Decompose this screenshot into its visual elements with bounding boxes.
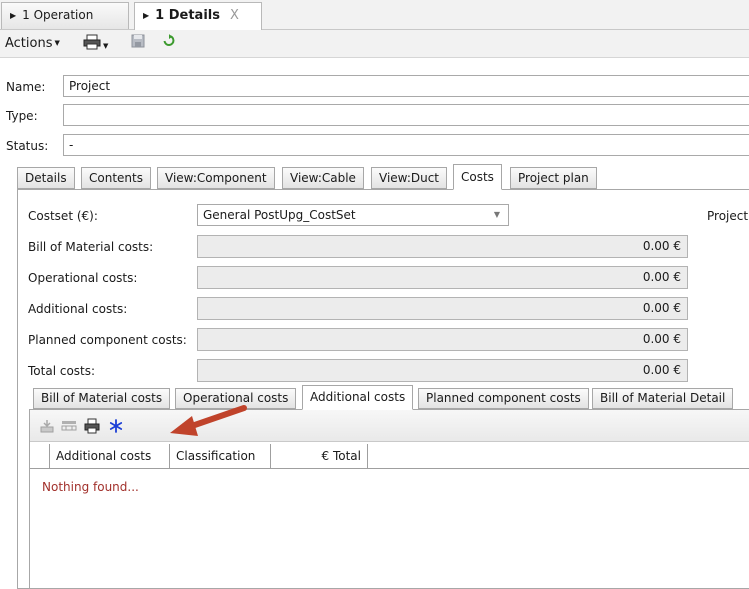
columns-icon[interactable] bbox=[61, 418, 77, 434]
print-icon[interactable] bbox=[84, 418, 100, 434]
empty-message: Nothing found... bbox=[42, 480, 139, 494]
column-header-classification[interactable]: Classification bbox=[170, 444, 271, 469]
type-label: Type: bbox=[6, 109, 38, 123]
subtab-additional-costs[interactable]: Additional costs bbox=[302, 385, 414, 410]
expand-triangle-icon: ▶ bbox=[10, 11, 17, 20]
save-button[interactable] bbox=[131, 34, 145, 54]
doc-tab-details-label: 1 Details bbox=[155, 8, 220, 23]
tab-project-plan[interactable]: Project plan bbox=[510, 167, 597, 189]
document-tab-bar: ▶ 1 Operation ▶ 1 Details X bbox=[0, 0, 749, 31]
arrow-annotation bbox=[170, 405, 247, 436]
tab-contents[interactable]: Contents bbox=[81, 167, 151, 189]
status-label: Status: bbox=[6, 139, 49, 153]
status-field[interactable]: - bbox=[63, 134, 749, 156]
save-icon bbox=[131, 34, 145, 48]
column-header-additional-costs[interactable]: Additional costs bbox=[50, 444, 170, 469]
chevron-down-icon: ▼ bbox=[493, 210, 500, 219]
planned-component-costs-value: 0.00 € bbox=[197, 328, 688, 351]
total-costs-value: 0.00 € bbox=[197, 359, 688, 382]
expand-triangle-icon: ▶ bbox=[143, 11, 150, 20]
costset-select[interactable]: General PostUpg_CostSet ▼ bbox=[197, 204, 509, 226]
name-label: Name: bbox=[6, 80, 46, 94]
operational-costs-value: 0.00 € bbox=[197, 266, 688, 289]
costset-value: General PostUpg_CostSet bbox=[203, 208, 356, 222]
refresh-button[interactable] bbox=[163, 34, 175, 54]
main-toolbar: Actions ▼ ▼ bbox=[0, 30, 749, 58]
operational-costs-label: Operational costs: bbox=[28, 271, 138, 285]
name-field[interactable]: Project bbox=[63, 75, 749, 97]
bom-costs-label: Bill of Material costs: bbox=[28, 240, 154, 254]
row-selector-header bbox=[30, 444, 50, 469]
planned-component-costs-label: Planned component costs: bbox=[28, 333, 187, 347]
tab-details[interactable]: Details bbox=[17, 167, 75, 189]
subtab-bom-costs[interactable]: Bill of Material costs bbox=[33, 388, 171, 409]
subtab-bom-detail[interactable]: Bill of Material Detail bbox=[592, 388, 734, 409]
add-icon[interactable] bbox=[108, 418, 124, 434]
type-field[interactable] bbox=[63, 104, 749, 126]
chevron-down-icon: ▼ bbox=[54, 39, 60, 47]
actions-menu-button[interactable]: Actions ▼ bbox=[5, 34, 60, 54]
total-costs-label: Total costs: bbox=[28, 364, 96, 378]
subtab-planned-component-costs[interactable]: Planned component costs bbox=[418, 388, 589, 409]
tab-view-duct[interactable]: View:Duct bbox=[371, 167, 448, 189]
additional-costs-label: Additional costs: bbox=[28, 302, 128, 316]
print-icon bbox=[83, 34, 101, 50]
actions-label: Actions bbox=[5, 36, 53, 51]
tab-view-component[interactable]: View:Component bbox=[157, 167, 275, 189]
print-menu-button[interactable]: ▼ bbox=[83, 34, 108, 54]
column-header-total[interactable]: € Total bbox=[271, 444, 368, 469]
close-icon[interactable]: X bbox=[230, 8, 239, 23]
tab-costs[interactable]: Costs bbox=[453, 164, 502, 190]
additional-costs-value: 0.00 € bbox=[197, 297, 688, 320]
costset-label: Costset (€): bbox=[28, 209, 98, 223]
grid-header: Additional costs Classification € Total bbox=[30, 444, 749, 469]
doc-tab-operation[interactable]: ▶ 1 Operation bbox=[1, 2, 129, 29]
doc-tab-operation-label: 1 Operation bbox=[22, 8, 94, 22]
project-label: Project bbox=[707, 209, 749, 223]
remove-row-icon[interactable] bbox=[39, 418, 55, 434]
doc-tab-details[interactable]: ▶ 1 Details X bbox=[134, 2, 262, 31]
chevron-down-icon: ▼ bbox=[103, 42, 109, 50]
refresh-icon bbox=[163, 34, 175, 46]
grid-toolbar bbox=[30, 410, 749, 442]
tab-view-cable[interactable]: View:Cable bbox=[282, 167, 364, 189]
bom-costs-value: 0.00 € bbox=[197, 235, 688, 258]
